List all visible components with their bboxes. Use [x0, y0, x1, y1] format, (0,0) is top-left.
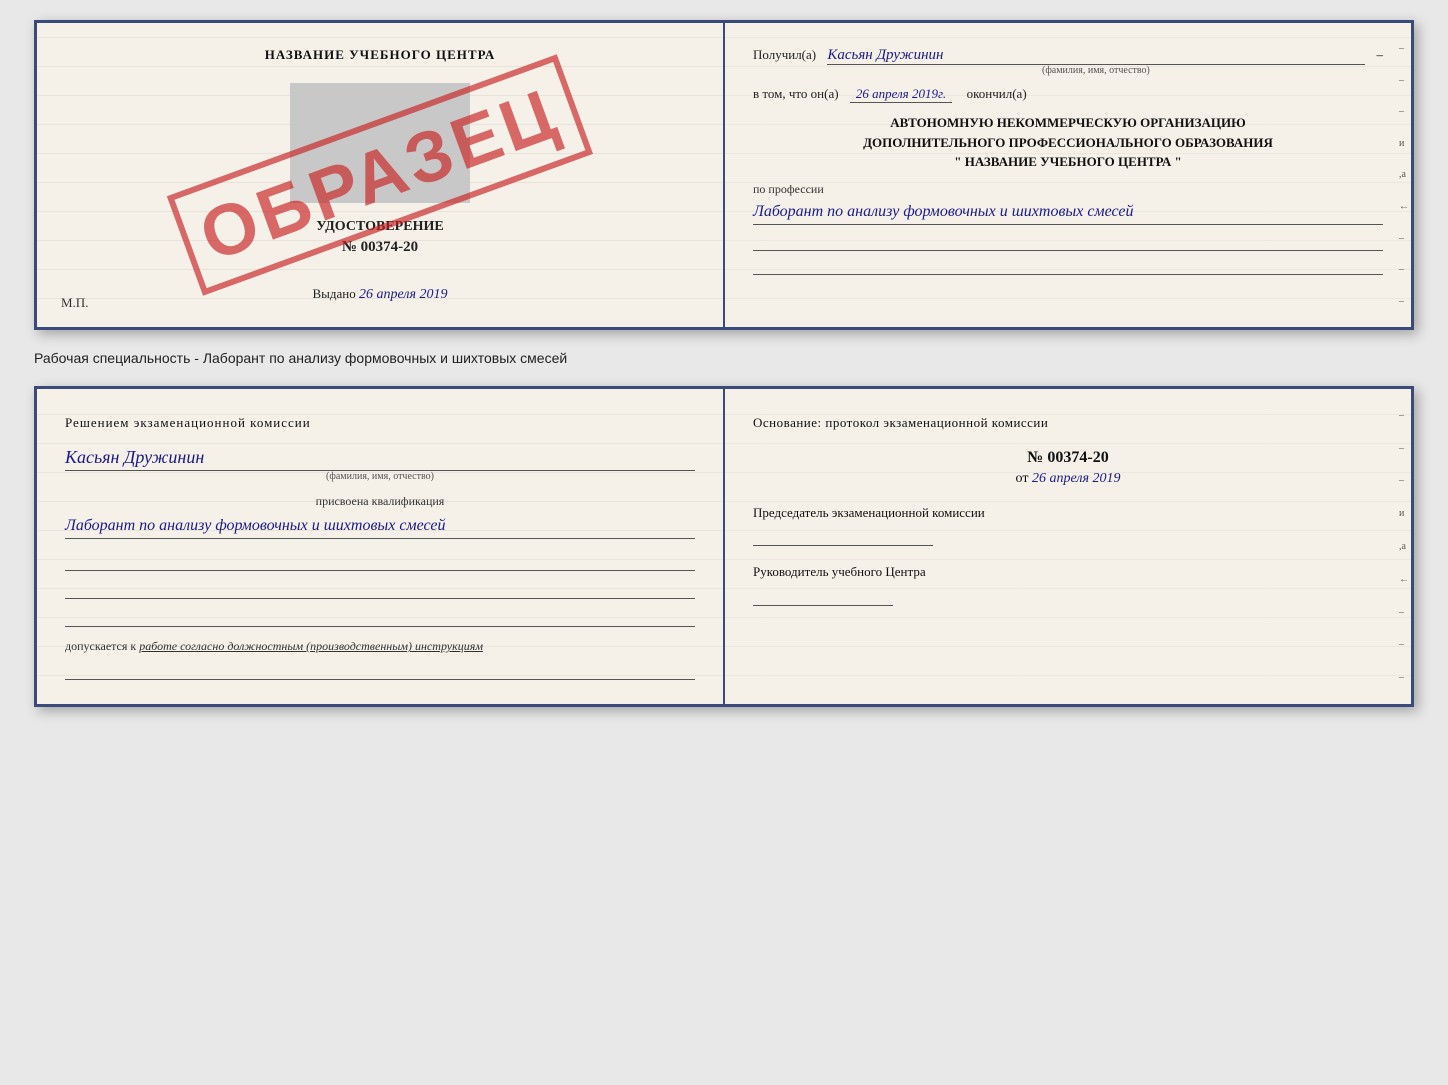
cert-poluchil-row: Получил(а) Касьян Дружинин (фамилия, имя… — [753, 47, 1383, 76]
qual-chairman-sign-line — [753, 526, 933, 546]
qual-right-page: Основание: протокол экзаменационной коми… — [725, 389, 1411, 704]
cert-left-page: НАЗВАНИЕ УЧЕБНОГО ЦЕНТРА УДОСТОВЕРЕНИЕ №… — [37, 23, 725, 327]
cert-org-block: АВТОНОМНУЮ НЕКОММЕРЧЕСКУЮ ОРГАНИЗАЦИЮ ДО… — [753, 113, 1383, 172]
cert-org-line3: " НАЗВАНИЕ УЧЕБНОГО ЦЕНТРА " — [753, 152, 1383, 172]
qual-heading: Решением экзаменационной комиссии — [65, 413, 695, 433]
cert-profession-label: по профессии — [753, 182, 1383, 197]
qual-protocol-date-row: от 26 апреля 2019 — [753, 471, 1383, 487]
qual-profession-value: Лаборант по анализу формовочных и шихтов… — [65, 513, 695, 540]
qual-rukovoditel-label: Руководитель учебного Центра — [753, 562, 1383, 582]
qual-date-prefix: от — [1016, 471, 1029, 486]
cert-profession-value: Лаборант по анализу формовочных и шихтов… — [753, 199, 1383, 226]
qual-left-page: Решением экзаменационной комиссии Касьян… — [37, 389, 725, 704]
cert-sig-line-2 — [753, 257, 1383, 275]
cert-poluchil-label: Получил(а) — [753, 47, 816, 63]
cert-completion-date: 26 апреля 2019г. — [850, 86, 952, 103]
qual-rukovoditel-sign-line — [753, 586, 893, 606]
qualification-book: Решением экзаменационной комиссии Касьян… — [34, 386, 1414, 707]
qual-basis-heading: Основание: протокол экзаменационной коми… — [753, 413, 1383, 433]
cert-right-edge-marks: – – – и ,а ← – – – — [1399, 23, 1409, 327]
qual-dopuskaetsya-value: работе согласно должностным (производств… — [139, 639, 483, 653]
qual-protocol-number: № 00374-20 — [753, 449, 1383, 467]
document-wrapper: НАЗВАНИЕ УЧЕБНОГО ЦЕНТРА УДОСТОВЕРЕНИЕ №… — [34, 20, 1414, 707]
qual-recipient-name: Касьян Дружинин — [65, 447, 695, 471]
cert-okonchil-label: окончил(а) — [967, 86, 1027, 102]
cert-doc-type: УДОСТОВЕРЕНИЕ — [65, 219, 695, 235]
cert-name-sub: (фамилия, имя, отчество) — [827, 65, 1364, 76]
certificate-book: НАЗВАНИЕ УЧЕБНОГО ЦЕНТРА УДОСТОВЕРЕНИЕ №… — [34, 20, 1414, 330]
cert-vydano-date: 26 апреля 2019 — [359, 287, 447, 302]
cert-mp-label: М.П. — [61, 295, 88, 311]
cert-signature-lines — [753, 233, 1383, 275]
qual-assigned-label: присвоена квалификация — [65, 494, 695, 509]
qual-dopuskaetsya-section: допускается к работе согласно должностны… — [65, 639, 695, 654]
qual-line-3 — [65, 607, 695, 627]
cert-photo-placeholder — [290, 83, 470, 203]
cert-recipient-name: Касьян Дружинин — [827, 47, 1364, 65]
cert-vydano-row: Выдано 26 апреля 2019 — [65, 286, 695, 303]
cert-vtom-row: в том, что он(а) 26 апреля 2019г. окончи… — [753, 86, 1383, 103]
qual-name-sub: (фамилия, имя, отчество) — [65, 471, 695, 482]
qual-dopuskaetsya-label: допускается к — [65, 639, 136, 653]
cert-org-line2: ДОПОЛНИТЕЛЬНОГО ПРОФЕССИОНАЛЬНОГО ОБРАЗО… — [753, 133, 1383, 153]
qual-chairman-label: Председатель экзаменационной комиссии — [753, 503, 1383, 523]
qual-dopuskaetsya-line — [65, 660, 695, 680]
cert-vtom-label: в том, что он(а) — [753, 86, 839, 102]
cert-school-title: НАЗВАНИЕ УЧЕБНОГО ЦЕНТРА — [65, 47, 695, 63]
cert-org-line1: АВТОНОМНУЮ НЕКОММЕРЧЕСКУЮ ОРГАНИЗАЦИЮ — [753, 113, 1383, 133]
qual-right-edge-marks: – – – и ,а ← – – – — [1399, 389, 1409, 704]
cert-right-page: Получил(а) Касьян Дружинин (фамилия, имя… — [725, 23, 1411, 327]
cert-vydano-label: Выдано — [313, 286, 356, 301]
qual-line-2 — [65, 579, 695, 599]
qual-name-section: Касьян Дружинин (фамилия, имя, отчество) — [65, 447, 695, 482]
specialty-text: Рабочая специальность - Лаборант по анал… — [34, 346, 1414, 370]
qual-line-1 — [65, 551, 695, 571]
cert-sig-line-1 — [753, 233, 1383, 251]
qual-signature-lines — [65, 551, 695, 627]
qual-date-value: 26 апреля 2019 — [1032, 471, 1120, 486]
cert-doc-number: № 00374-20 — [65, 239, 695, 256]
